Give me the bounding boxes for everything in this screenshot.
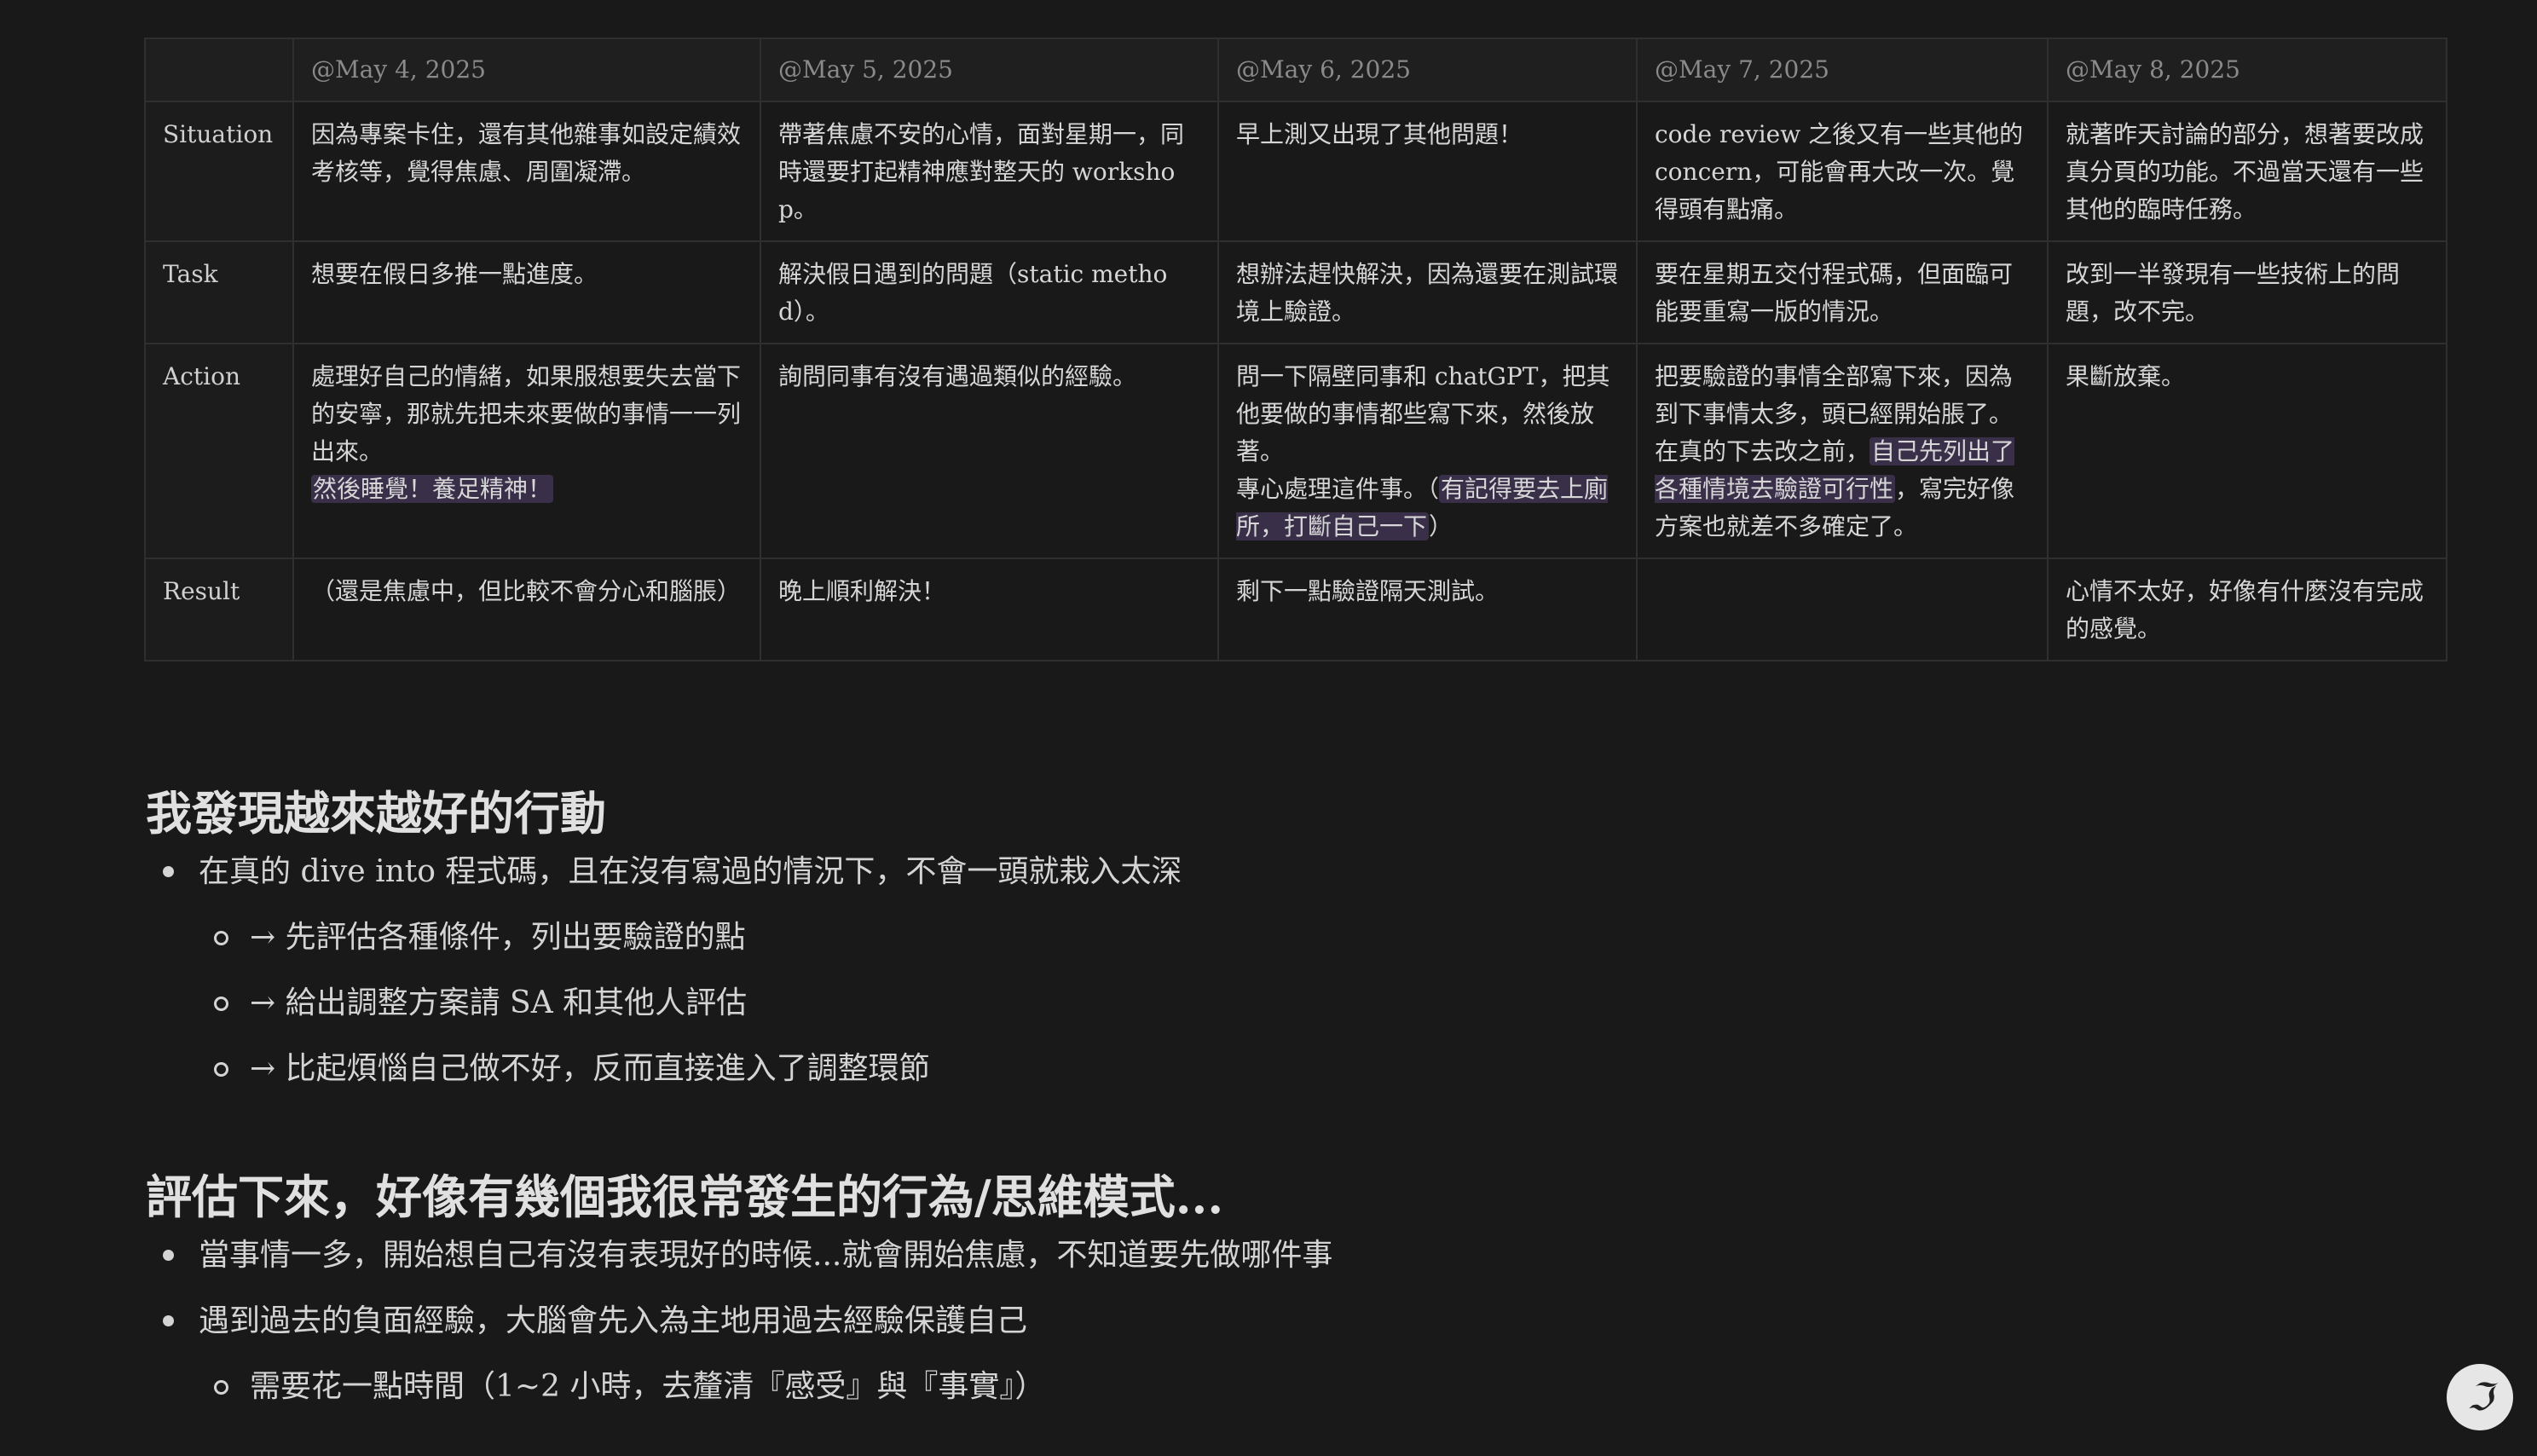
- help-icon[interactable]: ℑ: [2447, 1364, 2513, 1430]
- bullet-item: 遇到過去的負面經驗，大腦會先入為主地用過去經驗保護自己: [146, 1300, 2362, 1366]
- table-cell[interactable]: 改到一半發現有一些技術上的問題，改不完。: [2047, 240, 2447, 344]
- cell-text: 因為專案卡住，還有其他雜事如設定績效考核等，覺得焦慮、周圍凝滯。: [311, 120, 742, 186]
- bullet-text: 當事情一多，開始想自己有沒有表現好的時候...就會開始焦慮，不知道要先做哪件事: [199, 1238, 1333, 1273]
- header-row: @May 4, 2025 @May 5, 2025 @May 6, 2025 @May…: [144, 38, 2447, 102]
- date-column-header[interactable]: @May 7, 2025: [1636, 38, 2049, 102]
- star-journal-table-wrap: @May 4, 2025 @May 5, 2025 @May 6, 2025 @May…: [144, 38, 2447, 662]
- bullet-circle-icon: [214, 1380, 228, 1395]
- bullet-dot-icon: [163, 1315, 174, 1326]
- bullet-circle-icon: [214, 1062, 228, 1077]
- cell-text: 想要在假日多推一點進度。: [311, 260, 598, 288]
- bullet-text: 在真的 dive into 程式碼，且在沒有寫過的情況下，不會一頭就栽入太深: [199, 854, 1182, 889]
- section-patterns: 評估下來，好像有幾個我很常發生的行為/思維模式... 當事情一多，開始想自己有沒…: [146, 1168, 2362, 1431]
- table-row-result: Result （還是焦慮中，但比較不會分心和腦脹） 晚上順利解決！ 剩下一點驗證隔天測…: [144, 558, 2447, 662]
- cell-text: 早上測又出現了其他問題！: [1236, 120, 1523, 148]
- cell-text: code review 之後又有一些其他的 concern，可能會再大改一次。覺…: [1655, 120, 2024, 223]
- table-cell[interactable]: 因為專案卡住，還有其他雜事如設定績效考核等，覺得焦慮、周圍凝滯。: [292, 101, 761, 242]
- bullet-text: → 比起煩惱自己做不好，反而直接進入了調整環節: [250, 1051, 930, 1086]
- cell-text: 就著昨天討論的部分，想著要改成真分頁的功能。不過當天還有一些其他的臨時任務。: [2066, 120, 2424, 223]
- table-cell[interactable]: 想要在假日多推一點進度。: [292, 240, 761, 344]
- bullet-text: 需要花一點時間（1~2 小時，去釐清『感受』與『事實』）: [250, 1369, 1046, 1404]
- row-label: Task: [144, 240, 294, 344]
- table-cell[interactable]: 帶著焦慮不安的心情，面對星期一，同時還要打起精神應對整天的 workshop。: [760, 101, 1219, 242]
- bullet-text: → 給出調整方案請 SA 和其他人評估: [250, 985, 748, 1020]
- cell-text: 心情不太好，好像有什麼沒有完成的感覺。: [2066, 577, 2424, 643]
- date-column-header[interactable]: @May 8, 2025: [2047, 38, 2447, 102]
- table-cell[interactable]: 把要驗證的事情全部寫下來，因為到下事情太多，頭已經開始脹了。 在真的下去改之前，自…: [1636, 343, 2049, 559]
- cell-text: 專心處理這件事。（: [1236, 475, 1440, 503]
- bullet-circle-icon: [214, 997, 228, 1011]
- row-label: Situation: [144, 101, 294, 242]
- table-row-situation: Situation 因為專案卡住，還有其他雜事如設定績效考核等，覺得焦慮、周圍凝滯…: [144, 101, 2447, 242]
- row-label: Action: [144, 343, 294, 559]
- bullet-list: 當事情一多，開始想自己有沒有表現好的時候...就會開始焦慮，不知道要先做哪件事遇…: [146, 1234, 2362, 1431]
- bullet-dot-icon: [163, 866, 174, 877]
- cell-text: 把要驗證的事情全部寫下來，因為到下事情太多，頭已經開始脹了。: [1655, 362, 2014, 428]
- cell-text: （還是焦慮中，但比較不會分心和腦脹）: [311, 577, 742, 605]
- date-column-header[interactable]: @May 6, 2025: [1217, 38, 1638, 102]
- cell-text: ）: [1429, 512, 1453, 540]
- table-cell[interactable]: 果斷放棄。: [2047, 343, 2447, 559]
- table-cell[interactable]: 就著昨天討論的部分，想著要改成真分頁的功能。不過當天還有一些其他的臨時任務。: [2047, 101, 2447, 242]
- cell-text: 在真的下去改之前，: [1655, 437, 1870, 465]
- bullet-item: 在真的 dive into 程式碼，且在沒有寫過的情況下，不會一頭就栽入太深: [146, 851, 2362, 916]
- cell-text: 問一下隔壁同事和 chatGPT，把其他要做的事情都些寫下來，然後放著。: [1236, 362, 1610, 465]
- table-cell[interactable]: 想辦法趕快解決，因為還要在測試環境上驗證。: [1217, 240, 1638, 344]
- bullet-list: 在真的 dive into 程式碼，且在沒有寫過的情況下，不會一頭就栽入太深 → …: [146, 851, 2362, 1113]
- bullet-text: → 先評估各種條件，列出要驗證的點: [250, 920, 746, 955]
- cell-text: 剩下一點驗證隔天測試。: [1236, 577, 1500, 605]
- bullet-text: 遇到過去的負面經驗，大腦會先入為主地用過去經驗保護自己: [199, 1303, 1028, 1338]
- cell-text: 要在星期五交付程式碼，但面臨可能要重寫一版的情況。: [1655, 260, 2014, 326]
- section-heading: 評估下來，好像有幾個我很常發生的行為/思維模式...: [146, 1170, 1224, 1224]
- cell-text: 解決假日遇到的問題（static method）。: [778, 260, 1168, 326]
- cell-text: 處理好自己的情緒，如果服想要失去當下的安寧，那就先把未來要做的事情一一列出來。: [311, 362, 742, 465]
- cell-text: 帶著焦慮不安的心情，面對星期一，同時還要打起精神應對整天的 workshop。: [778, 120, 1185, 223]
- table-cell[interactable]: 解決假日遇到的問題（static method）。: [760, 240, 1219, 344]
- table-cell[interactable]: 要在星期五交付程式碼，但面臨可能要重寫一版的情況。: [1636, 240, 2049, 344]
- bullet-item: 當事情一多，開始想自己有沒有表現好的時候...就會開始焦慮，不知道要先做哪件事: [146, 1234, 2362, 1300]
- cell-text: 詢問同事有沒有遇過類似的經驗。: [778, 362, 1137, 390]
- corner-header-cell: [144, 38, 294, 102]
- table-cell[interactable]: [1636, 558, 2049, 662]
- bullet-dot-icon: [163, 1250, 174, 1261]
- cell-text: 果斷放棄。: [2066, 362, 2186, 390]
- row-label: Result: [144, 558, 294, 662]
- table-row-task: Task 想要在假日多推一點進度。 解決假日遇到的問題（static method）…: [144, 240, 2447, 344]
- cell-text: 改到一半發現有一些技術上的問題，改不完。: [2066, 260, 2401, 326]
- table-body: Situation 因為專案卡住，還有其他雜事如設定績效考核等，覺得焦慮、周圍凝滯…: [144, 101, 2447, 662]
- table-cell[interactable]: 處理好自己的情緒，如果服想要失去當下的安寧，那就先把未來要做的事情一一列出來。然…: [292, 343, 761, 559]
- star-journal-table: @May 4, 2025 @May 5, 2025 @May 6, 2025 @May…: [144, 38, 2447, 662]
- cell-text: 想辦法趕快解決，因為還要在測試環境上驗證。: [1236, 260, 1619, 326]
- bullet-circle-icon: [214, 931, 228, 945]
- cell-text: 晚上順利解決！: [778, 577, 946, 605]
- table-row-action: Action 處理好自己的情緒，如果服想要失去當下的安寧，那就先把未來要做的事情一…: [144, 343, 2447, 559]
- table-cell[interactable]: 問一下隔壁同事和 chatGPT，把其他要做的事情都些寫下來，然後放著。專心處理…: [1217, 343, 1638, 559]
- table-header: @May 4, 2025 @May 5, 2025 @May 6, 2025 @May…: [144, 38, 2447, 102]
- date-column-header[interactable]: @May 4, 2025: [292, 38, 761, 102]
- table-cell[interactable]: 晚上順利解決！: [760, 558, 1219, 662]
- sub-bullet-item: 需要花一點時間（1~2 小時，去釐清『感受』與『事實』）: [146, 1366, 2362, 1431]
- table-cell[interactable]: （還是焦慮中，但比較不會分心和腦脹）: [292, 558, 761, 662]
- table-cell[interactable]: code review 之後又有一些其他的 concern，可能會再大改一次。覺…: [1636, 101, 2049, 242]
- section-better-actions: 我發現越來越好的行動 在真的 dive into 程式碼，且在沒有寫過的情況下，…: [146, 784, 2362, 1113]
- date-column-header[interactable]: @May 5, 2025: [760, 38, 1219, 102]
- sub-bullet-item: → 給出調整方案請 SA 和其他人評估: [146, 982, 2362, 1048]
- table-cell[interactable]: 心情不太好，好像有什麼沒有完成的感覺。: [2047, 558, 2447, 662]
- sub-bullet-item: → 比起煩惱自己做不好，反而直接進入了調整環節: [146, 1048, 2362, 1113]
- table-cell[interactable]: 剩下一點驗證隔天測試。: [1217, 558, 1638, 662]
- section-heading: 我發現越來越好的行動: [146, 786, 606, 841]
- table-cell[interactable]: 早上測又出現了其他問題！: [1217, 101, 1638, 242]
- highlighted-text: 然後睡覺！養足精神！: [311, 475, 554, 503]
- sub-bullet-item: → 先評估各種條件，列出要驗證的點: [146, 916, 2362, 982]
- table-cell[interactable]: 詢問同事有沒有遇過類似的經驗。: [760, 343, 1219, 559]
